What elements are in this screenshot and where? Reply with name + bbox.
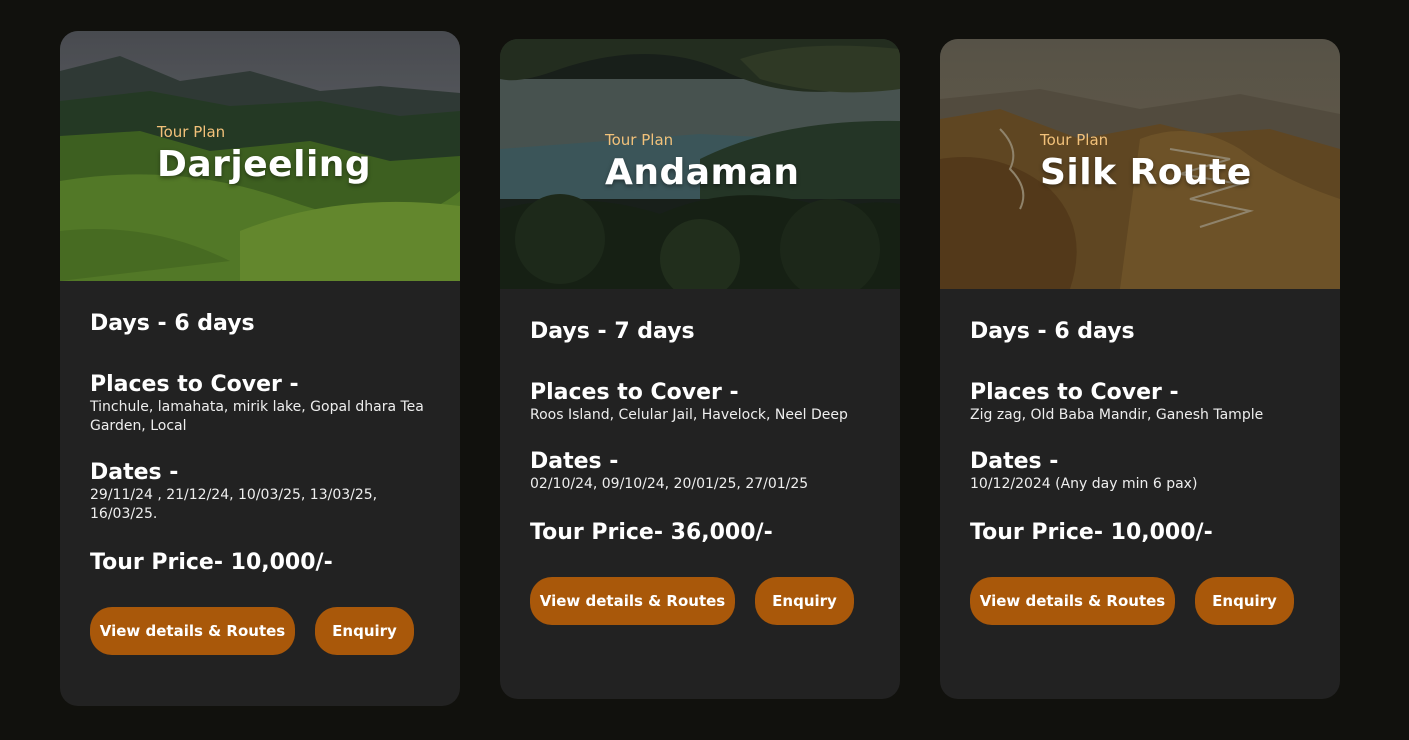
destination-title: Silk Route [1040, 152, 1252, 193]
tour-image-silk-route: Tour Plan Silk Route [940, 39, 1340, 289]
enquiry-button[interactable]: Enquiry [315, 607, 414, 655]
view-details-button[interactable]: View details & Routes [530, 577, 735, 625]
enquiry-button[interactable]: Enquiry [1195, 577, 1294, 625]
dates-heading: Dates - [90, 460, 179, 485]
tour-image-andaman: Tour Plan Andaman [500, 39, 900, 289]
dates-list: 29/11/24 , 21/12/24, 10/03/25, 13/03/25,… [90, 487, 378, 522]
tour-plan-label: Tour Plan [1040, 131, 1109, 149]
tour-image-darjeeling: Tour Plan Darjeeling [60, 31, 460, 281]
tour-plan-label: Tour Plan [605, 131, 674, 149]
places-list: Zig zag, Old Baba Mandir, Ganesh Tample [970, 407, 1264, 423]
places-heading: Places to Cover - [970, 380, 1179, 405]
tour-card-andaman: Tour Plan Andaman Days - 7 days Places t… [500, 39, 900, 699]
tour-duration: Days - 6 days [970, 319, 1135, 344]
tour-plan-label: Tour Plan [157, 123, 226, 141]
places-heading: Places to Cover - [530, 380, 739, 405]
dates-heading: Dates - [530, 449, 619, 474]
dates-list: 10/12/2024 (Any day min 6 pax) [970, 476, 1198, 492]
tour-price: Tour Price- 36,000/- [530, 520, 773, 545]
tour-duration: Days - 6 days [90, 311, 255, 336]
places-list: Roos Island, Celular Jail, Havelock, Nee… [530, 407, 848, 423]
tour-card-darjeeling: Tour Plan Darjeeling Days - 6 days Place… [60, 31, 460, 706]
places-heading: Places to Cover - [90, 372, 299, 397]
tour-duration: Days - 7 days [530, 319, 695, 344]
destination-title: Andaman [605, 152, 800, 193]
destination-title: Darjeeling [157, 144, 372, 185]
enquiry-button[interactable]: Enquiry [755, 577, 854, 625]
tour-card-silk-route: Tour Plan Silk Route Days - 6 days Place… [940, 39, 1340, 699]
places-list: Tinchule, lamahata, mirik lake, Gopal dh… [90, 399, 424, 434]
tour-price: Tour Price- 10,000/- [970, 520, 1213, 545]
tour-price: Tour Price- 10,000/- [90, 550, 333, 575]
view-details-button[interactable]: View details & Routes [90, 607, 295, 655]
dates-list: 02/10/24, 09/10/24, 20/01/25, 27/01/25 [530, 476, 809, 492]
dates-heading: Dates - [970, 449, 1059, 474]
view-details-button[interactable]: View details & Routes [970, 577, 1175, 625]
